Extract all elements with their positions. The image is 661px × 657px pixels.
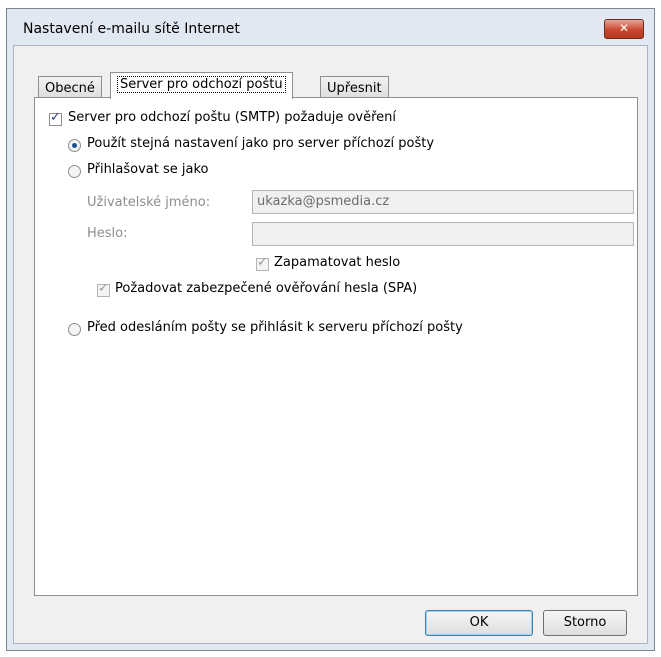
remember-password-checkbox[interactable] [256,255,269,271]
cancel-button[interactable]: Storno [543,610,627,636]
tab-general-label: Obecné [45,81,95,96]
tab-outgoing-server-label: Server pro odchozí poštu [117,76,286,93]
ok-button[interactable]: OK [425,610,533,636]
login-as-radio[interactable] [68,165,81,178]
password-label: Heslo: [87,226,128,241]
close-button[interactable]: ✕ [604,19,644,39]
spa-checkbox[interactable] [97,281,110,297]
username-field[interactable]: ukazka@psmedia.cz [252,190,634,214]
same-settings-label: Použít stejná nastavení jako pro server … [87,136,435,151]
username-label: Uživatelské jméno: [87,195,211,210]
password-field[interactable] [252,222,634,246]
remember-password-label: Zapamatovat heslo [274,255,401,270]
spa-label: Požadovat zabezpečené ověřování hesla (S… [115,281,418,296]
close-icon: ✕ [618,21,630,35]
login-as-label: Přihlašovat se jako [87,162,209,177]
dialog-client-area: Obecné Server pro odchozí poštu Upřesnit… [13,45,648,644]
login-first-label: Před odesláním pošty se přihlásit k serv… [87,320,463,335]
tab-outgoing-server[interactable]: Server pro odchozí poštu [110,72,293,99]
login-first-radio[interactable] [68,323,81,336]
title-bar: Nastavení e-mailu sítě Internet ✕ [7,9,654,45]
dialog-window: Nastavení e-mailu sítě Internet ✕ Obecné… [6,8,655,651]
window-title: Nastavení e-mailu sítě Internet [23,21,240,37]
smtp-auth-label: Server pro odchozí poštu (SMTP) požaduje… [68,110,397,125]
tab-panel-outgoing-server: Server pro odchozí poštu (SMTP) požaduje… [34,97,638,596]
smtp-auth-checkbox[interactable] [49,110,62,126]
tab-advanced-label: Upřesnit [327,81,382,96]
same-settings-radio[interactable] [68,139,81,152]
